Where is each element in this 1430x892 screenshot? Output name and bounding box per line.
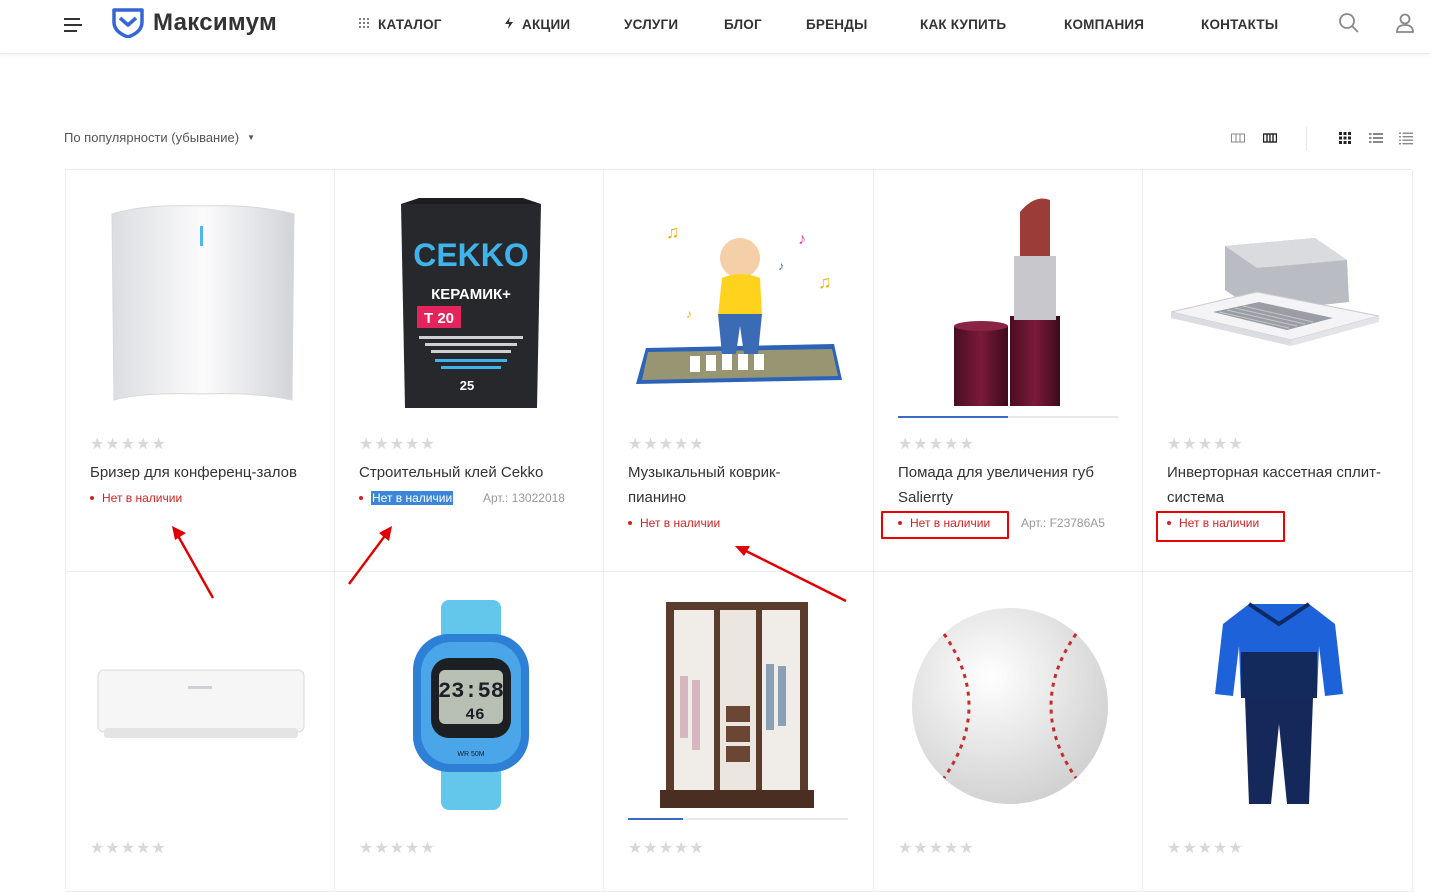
gallery-progress <box>898 416 1118 418</box>
rating-stars: ★★★★★ <box>90 436 167 453</box>
product-image-breezer[interactable] <box>88 194 312 418</box>
stock-status: Нет в наличии <box>90 491 182 505</box>
nav-label: Бренды <box>806 16 868 32</box>
search-icon[interactable] <box>1338 12 1360 34</box>
view-3-columns-icon[interactable] <box>1231 131 1245 145</box>
logo-shield-icon <box>112 8 144 38</box>
watch-time-text: 23:58 <box>438 679 504 704</box>
product-card[interactable]: ★★★★★ <box>66 572 335 892</box>
rating-stars: ★★★★★ <box>898 840 975 857</box>
watch-seconds-text: 46 <box>465 706 484 724</box>
nav-item-promo[interactable]: Акции <box>504 0 624 48</box>
view-list-icon[interactable] <box>1369 131 1383 145</box>
caret-down-icon: ▼ <box>247 133 255 142</box>
svg-text:♪: ♪ <box>778 259 784 273</box>
nav-label: Компания <box>1064 16 1145 32</box>
sort-label: По популярности (убывание) <box>64 130 240 145</box>
logo-text: Максимум <box>153 9 278 36</box>
annotation-box <box>1156 511 1285 542</box>
product-name[interactable]: Строительный клей Cekko <box>359 460 589 485</box>
nav-item-contacts[interactable]: Контакты <box>1201 0 1301 48</box>
nav-label: Каталог <box>378 16 442 32</box>
nav-item-how-to-buy[interactable]: Как купить <box>920 0 1064 48</box>
svg-text:♪: ♪ <box>798 231 806 248</box>
nav-item-catalog[interactable]: Каталог <box>358 0 504 48</box>
product-card[interactable]: ★★★★★ Бризер для конференц-залов Нет в н… <box>66 170 335 572</box>
svg-text:♫: ♫ <box>818 272 832 292</box>
product-name[interactable]: Музыкальный коврик-пианино <box>628 460 828 510</box>
product-name[interactable]: Инверторная кассетная сплит-система <box>1167 460 1387 510</box>
svg-text:♪: ♪ <box>686 307 692 321</box>
product-image-watch[interactable]: 23:58 46 WR 50M <box>359 594 583 818</box>
rating-stars: ★★★★★ <box>90 840 167 857</box>
product-name[interactable]: Помада для увеличения губ Salierrty <box>898 460 1128 510</box>
stock-status: Нет в наличии <box>628 516 720 530</box>
rating-stars: ★★★★★ <box>628 840 705 857</box>
sort-dropdown[interactable]: По популярности (убывание) ▼ <box>64 130 255 145</box>
product-card[interactable]: ★★★★★ <box>1143 572 1413 892</box>
product-name[interactable]: Бризер для конференц-залов <box>90 460 320 485</box>
product-image-cassette-ac[interactable] <box>1167 194 1391 418</box>
site-header: Максимум Каталог Акции Услуги Блог Бренд… <box>0 0 1430 54</box>
toolbar-divider <box>1306 127 1307 151</box>
rating-stars: ★★★★★ <box>898 436 975 453</box>
lightning-icon <box>504 16 514 32</box>
stock-text: Нет в наличии <box>640 516 721 530</box>
glue-code-text: T 20 <box>424 310 454 327</box>
view-table-icon[interactable] <box>1399 131 1413 145</box>
stock-text: Нет в наличии <box>102 491 183 505</box>
product-image-wardrobe[interactable] <box>628 594 852 818</box>
nav-label: Услуги <box>624 16 679 32</box>
product-card[interactable]: ♫ ♪ ♫ ♪ ♪ ★★★★★ Музыкальный коврик-пиани… <box>604 170 874 572</box>
stock-status: Нет в наличии <box>359 491 454 505</box>
rating-stars: ★★★★★ <box>1167 436 1244 453</box>
user-profile-icon[interactable] <box>1394 12 1416 34</box>
nav-item-services[interactable]: Услуги <box>624 0 724 48</box>
product-card[interactable]: CEKKO КЕРАМИК+ T 20 25 ★★★★★ Строительны… <box>335 170 604 572</box>
status-dot <box>359 496 363 500</box>
status-dot <box>90 496 94 500</box>
menu-burger-icon[interactable] <box>64 18 82 32</box>
product-article: Арт.: F23786A5 <box>1021 516 1105 530</box>
svg-text:WR 50M: WR 50M <box>457 751 484 758</box>
grid-dots-icon <box>358 17 370 32</box>
nav-label: Акции <box>522 16 571 32</box>
view-4-columns-icon[interactable] <box>1262 131 1278 145</box>
nav-item-blog[interactable]: Блог <box>724 0 806 48</box>
rating-stars: ★★★★★ <box>1167 840 1244 857</box>
nav-label: Блог <box>724 16 762 32</box>
status-dot <box>628 521 632 525</box>
nav-item-company[interactable]: Компания <box>1064 0 1201 48</box>
product-image-lipstick[interactable] <box>898 194 1122 418</box>
site-logo[interactable]: Максимум <box>111 6 277 40</box>
product-image-glue[interactable]: CEKKO КЕРАМИК+ T 20 25 <box>359 194 583 418</box>
gallery-progress <box>628 818 848 820</box>
nav-label: Контакты <box>1201 16 1279 32</box>
svg-text:♫: ♫ <box>666 222 680 242</box>
product-image-tracksuit[interactable] <box>1167 594 1391 818</box>
rating-stars: ★★★★★ <box>359 840 436 857</box>
product-image-music-mat[interactable]: ♫ ♪ ♫ ♪ ♪ <box>628 194 852 418</box>
stock-text-selected: Нет в наличии <box>371 491 454 505</box>
product-card[interactable]: ★★★★★ <box>874 572 1143 892</box>
rating-stars: ★★★★★ <box>359 436 436 453</box>
glue-brand-text: CEKKO <box>413 237 529 273</box>
main-nav: Каталог Акции Услуги Блог Бренды Как куп… <box>358 0 1301 48</box>
svg-text:25: 25 <box>460 378 474 393</box>
rating-stars: ★★★★★ <box>628 436 705 453</box>
product-image-baseball[interactable] <box>898 594 1122 818</box>
nav-item-brands[interactable]: Бренды <box>806 0 920 48</box>
glue-line-text: КЕРАМИК+ <box>431 286 511 303</box>
product-image-split-ac[interactable] <box>88 594 312 818</box>
product-article: Арт.: 13022018 <box>483 491 565 505</box>
view-tiles-icon[interactable] <box>1338 131 1352 145</box>
annotation-box <box>881 511 1009 539</box>
product-card[interactable]: ★★★★★ <box>604 572 874 892</box>
nav-label: Как купить <box>920 16 1007 32</box>
product-card[interactable]: 23:58 46 WR 50M ★★★★★ <box>335 572 604 892</box>
